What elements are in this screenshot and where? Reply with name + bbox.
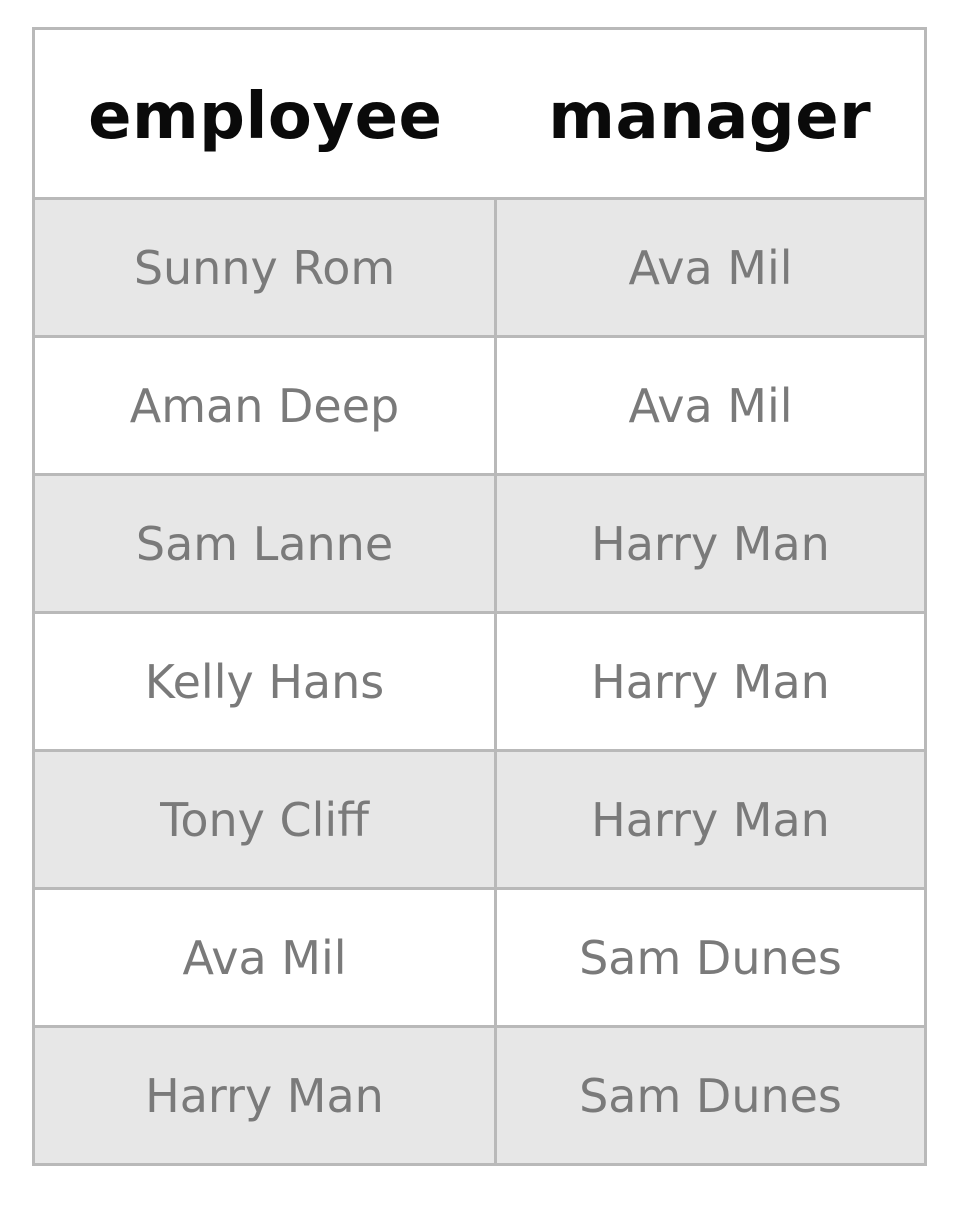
table-header: employee manager — [32, 27, 927, 199]
employee-cell: Kelly Hans — [32, 611, 497, 752]
table-row: Kelly Hans Harry Man — [32, 611, 927, 752]
manager-cell: Harry Man — [494, 611, 927, 752]
employee-manager-table-container: employee manager Sunny Rom Ava Mil Aman … — [32, 27, 927, 1166]
employee-cell: Ava Mil — [32, 887, 497, 1028]
employee-cell: Aman Deep — [32, 335, 497, 476]
table-row: Sam Lanne Harry Man — [32, 473, 927, 614]
manager-cell: Ava Mil — [494, 335, 927, 476]
table-row: Sunny Rom Ava Mil — [32, 197, 927, 338]
table-body: Sunny Rom Ava Mil Aman Deep Ava Mil Sam … — [32, 197, 927, 1166]
table-row: Tony Cliff Harry Man — [32, 749, 927, 890]
employee-cell: Sam Lanne — [32, 473, 497, 614]
table-row: Ava Mil Sam Dunes — [32, 887, 927, 1028]
manager-cell: Sam Dunes — [494, 887, 927, 1028]
manager-cell: Sam Dunes — [494, 1025, 927, 1166]
manager-cell: Ava Mil — [494, 197, 927, 338]
table-row: Harry Man Sam Dunes — [32, 1025, 927, 1166]
manager-cell: Harry Man — [494, 749, 927, 890]
employee-cell: Sunny Rom — [32, 197, 497, 338]
header-row: employee manager — [32, 27, 927, 199]
header-manager: manager — [495, 27, 927, 199]
manager-cell: Harry Man — [494, 473, 927, 614]
employee-manager-table: employee manager Sunny Rom Ava Mil Aman … — [32, 27, 927, 1166]
employee-cell: Tony Cliff — [32, 749, 497, 890]
employee-cell: Harry Man — [32, 1025, 497, 1166]
header-employee: employee — [32, 27, 496, 199]
table-row: Aman Deep Ava Mil — [32, 335, 927, 476]
